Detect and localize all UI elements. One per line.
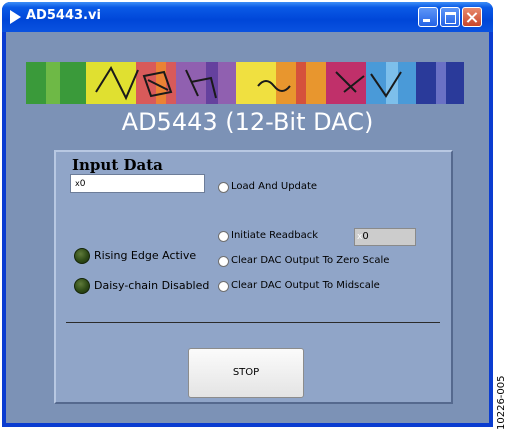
- close-button[interactable]: [462, 7, 482, 27]
- input-data-value: 0: [79, 179, 86, 189]
- maximize-button[interactable]: [440, 7, 460, 27]
- clear-zero-scale-radio[interactable]: [218, 256, 229, 267]
- input-data-label: Input Data: [72, 156, 163, 174]
- labview-run-arrow-icon: [10, 10, 21, 24]
- figure-id: 10226-005: [496, 375, 507, 430]
- clear-midscale-label[interactable]: Clear DAC Output To Midscale: [231, 280, 380, 291]
- app-title: AD5443 (12-Bit DAC): [121, 108, 374, 136]
- minimize-button[interactable]: [418, 7, 438, 27]
- clear-midscale-radio[interactable]: [218, 281, 229, 292]
- rising-edge-label: Rising Edge Active: [94, 249, 197, 262]
- banner-image: [26, 62, 464, 104]
- load-and-update-radio[interactable]: [218, 182, 229, 193]
- clear-zero-scale-label[interactable]: Clear DAC Output To Zero Scale: [231, 255, 389, 266]
- daisy-chain-led-icon: [74, 278, 90, 294]
- readback-value: 0: [362, 231, 369, 242]
- stop-button[interactable]: STOP: [188, 348, 304, 398]
- window-title: AD5443.vi: [26, 8, 101, 23]
- input-data-field[interactable]: x0: [70, 174, 205, 193]
- readback-value-display: x0: [354, 228, 416, 246]
- application-window: AD5443.vi AD5443 (12-Bit DAC) Input Data…: [2, 2, 493, 427]
- control-panel: Input Data x0 Rising Edge Active Daisy-c…: [54, 150, 453, 404]
- initiate-readback-label[interactable]: Initiate Readback: [231, 230, 318, 241]
- panel-divider: [66, 322, 440, 323]
- front-panel: AD5443 (12-Bit DAC) Input Data x0 Rising…: [6, 32, 489, 423]
- title-bar[interactable]: AD5443.vi: [2, 2, 493, 32]
- initiate-readback-radio[interactable]: [218, 231, 229, 242]
- daisy-chain-label: Daisy-chain Disabled: [94, 279, 210, 292]
- load-and-update-label[interactable]: Load And Update: [231, 181, 317, 192]
- rising-edge-led-icon: [74, 248, 90, 264]
